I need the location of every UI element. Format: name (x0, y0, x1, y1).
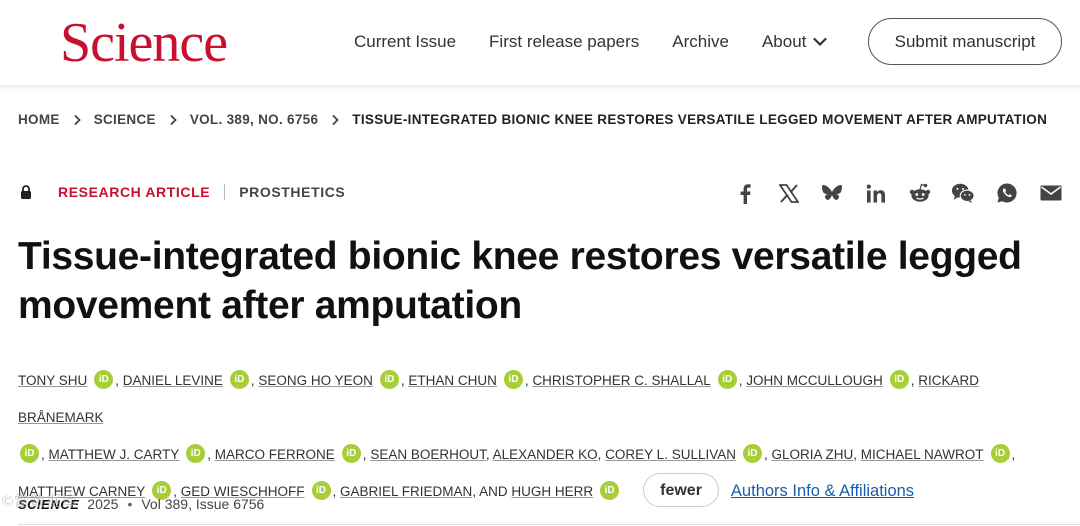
nav-first-release[interactable]: First release papers (489, 30, 639, 54)
chevron-down-icon (813, 30, 828, 54)
author-link[interactable]: GABRIEL FRIEDMAN (340, 484, 472, 499)
orcid-icon[interactable]: iD (742, 443, 762, 463)
chevron-right-icon (169, 114, 177, 126)
share-bar (733, 181, 1063, 205)
breadcrumb-science[interactable]: SCIENCE (94, 112, 156, 127)
author-list: TONY SHU iD, DANIEL LEVINE iD, SEONG HO YE… (18, 362, 1068, 510)
nav-archive[interactable]: Archive (672, 30, 729, 54)
author-link[interactable]: CHRISTOPHER C. SHALLAL (532, 373, 710, 388)
main-nav: Current Issue First release papers Archi… (354, 30, 860, 54)
orcid-icon[interactable]: iD (889, 369, 909, 389)
bluesky-icon[interactable] (820, 181, 844, 205)
email-icon[interactable] (1039, 181, 1063, 205)
publication-date: 2025 (87, 496, 119, 512)
orcid-icon[interactable]: iD (20, 443, 39, 463)
orcid-icon[interactable]: iD (94, 369, 114, 389)
whatsapp-icon[interactable] (995, 181, 1019, 205)
orcid-icon[interactable]: iD (600, 480, 620, 500)
orcid-icon[interactable]: iD (717, 369, 737, 389)
article-meta: RESEARCH ARTICLE PROSTHETICS (20, 184, 345, 200)
breadcrumb: HOME SCIENCE VOL. 389, NO. 6756 TISSUE-I… (18, 112, 1047, 127)
breadcrumb-volume[interactable]: VOL. 389, NO. 6756 (190, 112, 318, 127)
author-link[interactable]: COREY L. SULLIVAN (605, 447, 736, 462)
author-link[interactable]: MATTHEW J. CARTY (49, 447, 180, 462)
nav-label: About (761, 32, 807, 51)
author-link[interactable]: ETHAN CHUN (408, 373, 497, 388)
nav-label: First release papers (489, 32, 640, 51)
author-link[interactable]: ALEXANDER KO (493, 447, 598, 462)
and-text: AND (479, 484, 508, 499)
orcid-icon[interactable]: iD (311, 480, 331, 500)
nav-about[interactable]: About (761, 30, 828, 54)
article-type[interactable]: RESEARCH ARTICLE (58, 184, 210, 200)
linkedin-icon[interactable] (864, 181, 888, 205)
orcid-icon[interactable]: iD (186, 443, 206, 463)
volume-issue[interactable]: Vol 389, Issue 6756 (141, 496, 264, 512)
nav-label: Archive (672, 32, 729, 51)
site-header: Science Current Issue First release pape… (0, 0, 1080, 85)
wechat-icon[interactable] (951, 181, 976, 205)
orcid-icon[interactable]: iD (341, 443, 361, 463)
breadcrumb-current: TISSUE-INTEGRATED BIONIC KNEE RESTORES V… (352, 112, 1048, 127)
authors-info-link[interactable]: Authors Info & Affiliations (731, 482, 914, 500)
author-link[interactable]: HUGH HERR (511, 484, 593, 499)
divider (224, 184, 226, 200)
nav-label: Current Issue (354, 32, 457, 51)
article-subject[interactable]: PROSTHETICS (239, 184, 345, 200)
author-link[interactable]: SEAN BOERHOUT (370, 447, 486, 462)
submit-manuscript-button[interactable]: Submit manuscript (868, 18, 1062, 65)
orcid-icon[interactable]: iD (229, 369, 249, 389)
facebook-icon[interactable] (733, 181, 757, 205)
article-title: Tissue-integrated bionic knee restores v… (18, 235, 1022, 327)
reddit-icon[interactable] (908, 181, 932, 205)
nav-current-issue[interactable]: Current Issue (354, 30, 456, 54)
author-link[interactable]: DANIEL LEVINE (123, 373, 223, 388)
breadcrumb-home[interactable]: HOME (18, 112, 60, 127)
author-link[interactable]: TONY SHU (18, 373, 87, 388)
author-link[interactable]: SEONG HO YEON (258, 373, 373, 388)
author-link[interactable]: MICHAEL NAWROT (861, 447, 984, 462)
chevron-right-icon (73, 114, 81, 126)
orcid-icon[interactable]: iD (503, 369, 523, 389)
x-icon[interactable] (777, 181, 801, 205)
orcid-icon[interactable]: iD (379, 369, 399, 389)
divider (18, 524, 1080, 525)
separator-dot: • (127, 496, 133, 512)
author-link[interactable]: GLORIA ZHU (772, 447, 854, 462)
fewer-authors-button[interactable]: fewer (643, 473, 719, 508)
watermark: ©雷数据库 (2, 493, 79, 510)
chevron-right-icon (331, 114, 340, 126)
science-logo[interactable]: Science (60, 12, 228, 74)
author-link[interactable]: MARCO FERRONE (215, 447, 335, 462)
lock-icon (20, 185, 32, 199)
author-link[interactable]: JOHN MCCULLOUGH (746, 373, 883, 388)
orcid-icon[interactable]: iD (990, 443, 1010, 463)
